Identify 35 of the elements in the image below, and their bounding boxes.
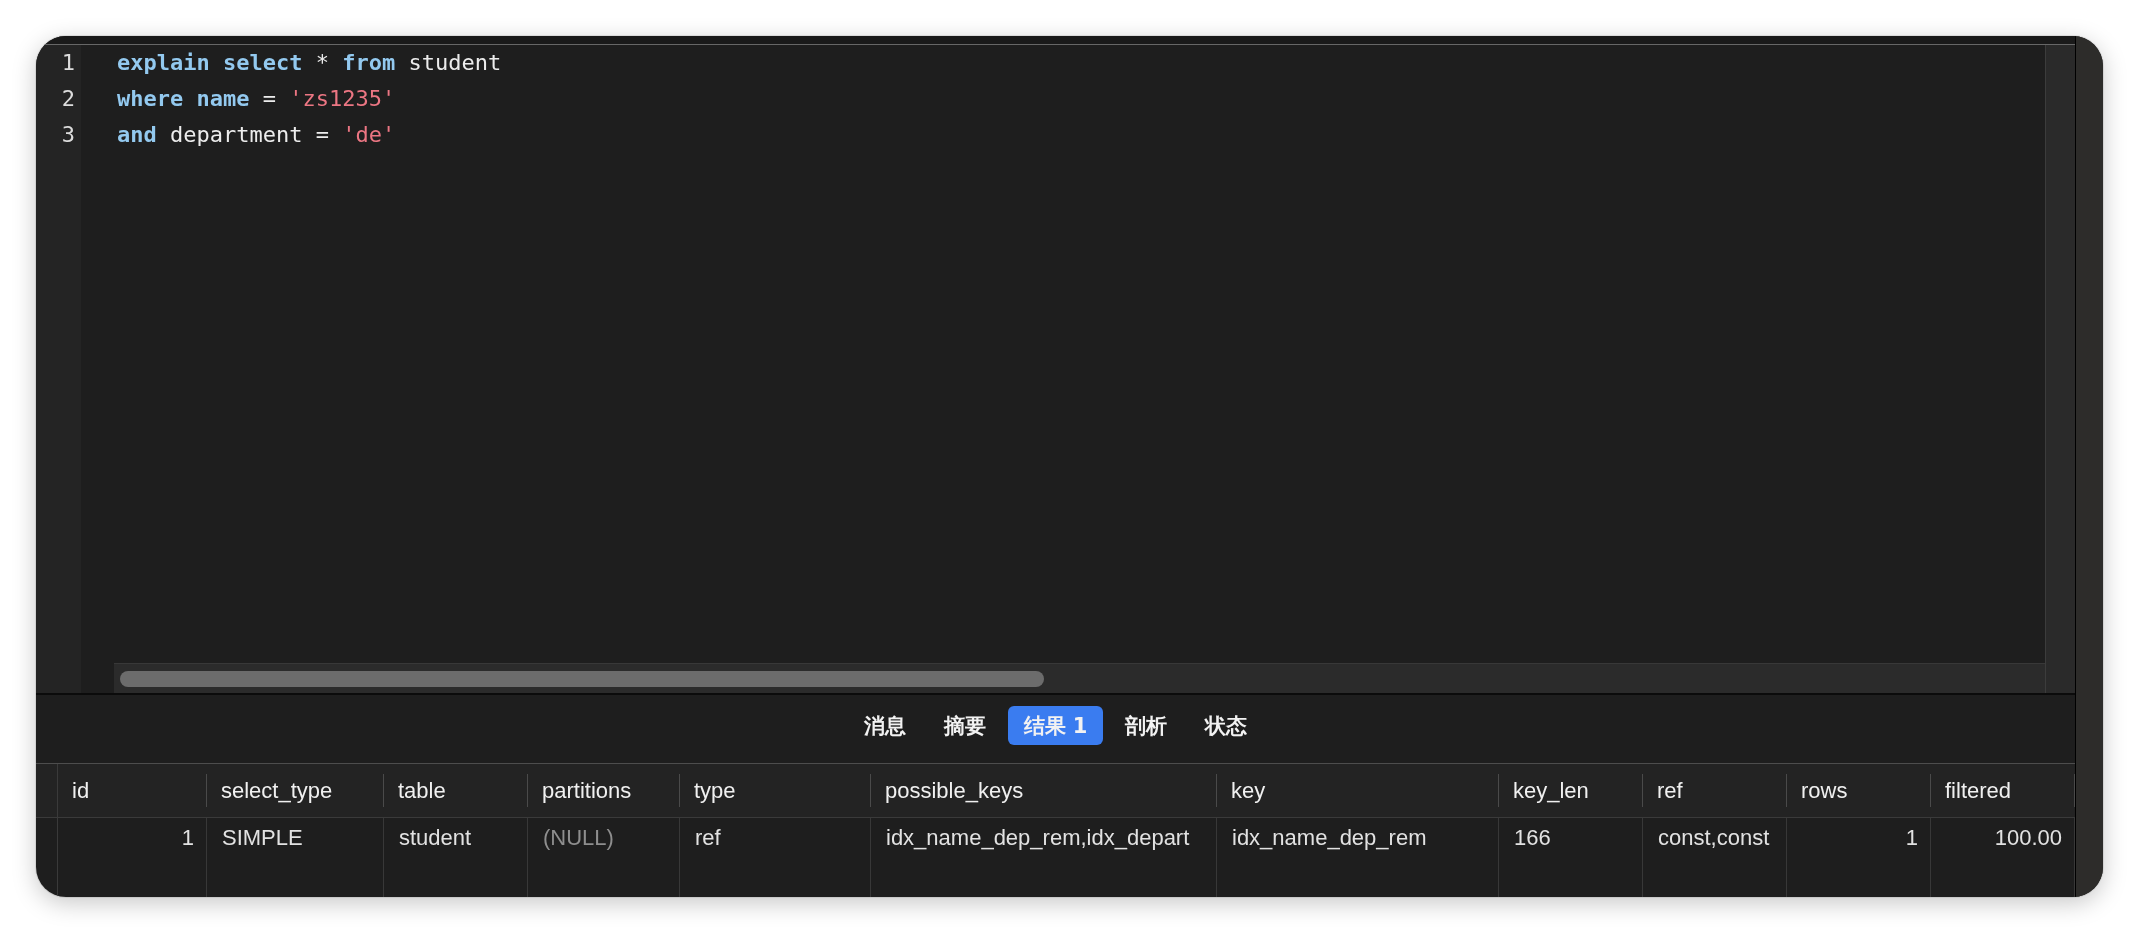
scrollbar-track[interactable]	[2045, 45, 2075, 693]
table-cell: SIMPLE	[207, 818, 384, 897]
column-header[interactable]: table	[384, 764, 528, 817]
result-tab[interactable]: 消息	[847, 706, 922, 745]
table-cell: student	[384, 818, 528, 897]
result-tab[interactable]: 状态	[1189, 706, 1264, 745]
column-header[interactable]: key	[1217, 764, 1499, 817]
column-header[interactable]: key_len	[1499, 764, 1643, 817]
table-cell: ref	[680, 818, 871, 897]
table-cell: idx_name_dep_rem	[1217, 818, 1499, 897]
column-header[interactable]: filtered	[1931, 764, 2075, 817]
column-header[interactable]: type	[680, 764, 871, 817]
table-cell: 166	[1499, 818, 1643, 897]
code-line: where name = 'zs1235'	[117, 85, 396, 113]
scrollbar-thumb[interactable]	[120, 670, 1044, 687]
column-header[interactable]: possible_keys	[871, 764, 1217, 817]
column-header[interactable]: rows	[1787, 764, 1931, 817]
table-cell: const,const	[1643, 818, 1787, 897]
table-cell: idx_name_dep_rem,idx_depart	[871, 818, 1217, 897]
table-cell: 1	[1787, 818, 1931, 897]
column-header[interactable]: select_type	[207, 764, 384, 817]
column-header[interactable]: id	[58, 764, 207, 817]
line-number: 1	[60, 49, 76, 77]
code-line: and department = 'de'	[117, 121, 396, 149]
result-tab[interactable]: 剖析	[1109, 706, 1184, 745]
column-header[interactable]: partitions	[528, 764, 680, 817]
code-line: explain select * from student	[117, 49, 502, 77]
result-tab[interactable]: 结果 1	[1007, 706, 1104, 745]
scrollbar-track[interactable]	[114, 663, 2045, 693]
line-number: 2	[60, 85, 76, 113]
table-cell: (NULL)	[528, 818, 680, 897]
table-cell: 1	[58, 818, 207, 897]
column-header[interactable]: ref	[1643, 764, 1787, 817]
line-number: 3	[60, 121, 76, 149]
result-tab[interactable]: 摘要	[927, 706, 1002, 745]
